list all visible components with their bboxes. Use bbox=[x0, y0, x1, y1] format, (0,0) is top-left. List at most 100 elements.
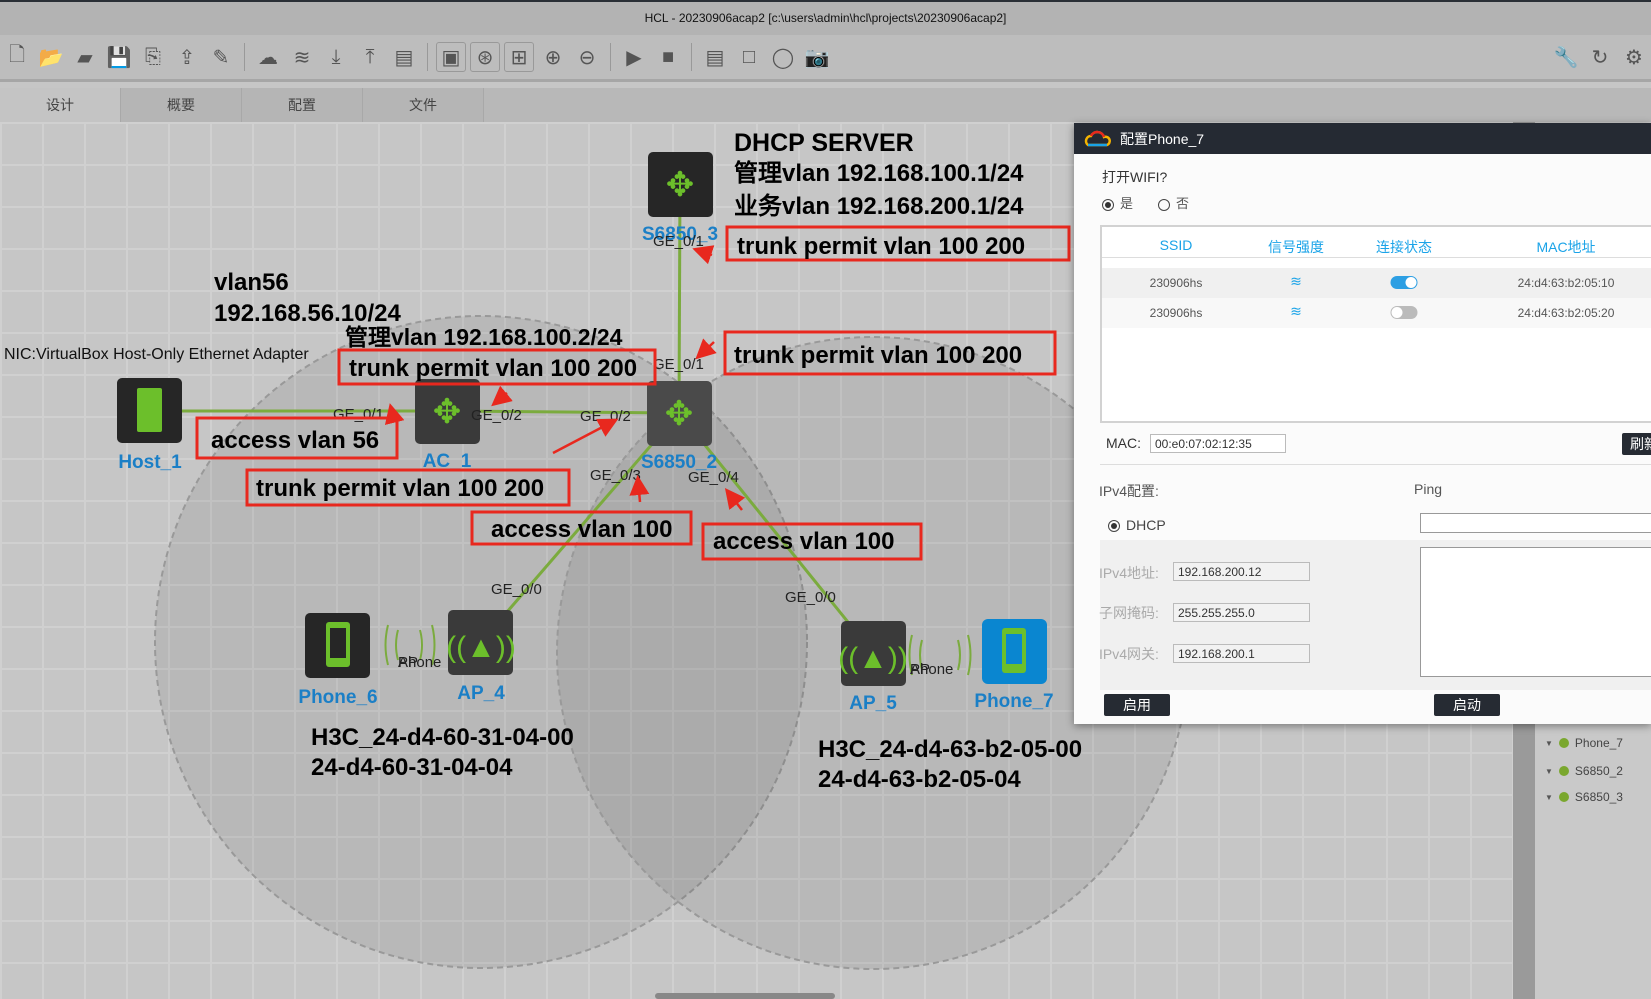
settings-icon[interactable]: ⚙ bbox=[1619, 42, 1649, 72]
enable-button[interactable]: 启用 bbox=[1104, 694, 1170, 716]
tree-item-label: S6850_3 bbox=[1574, 790, 1623, 804]
ac-trunk-note: trunk permit vlan 100 200 bbox=[349, 355, 637, 382]
layers-icon[interactable]: ≋ bbox=[287, 42, 317, 72]
edit-icon[interactable]: ✎ bbox=[206, 42, 236, 72]
new-topology-icon[interactable]: 🗋 bbox=[2, 42, 32, 72]
phone-config-dialog: 配置Phone_7 打开WIFI? 是 否 SSID 信号强度 连接状态 MAC… bbox=[1074, 123, 1651, 724]
tree-item-s6850-3[interactable]: ▼ S6850_3 bbox=[1545, 790, 1623, 804]
show-interface-icon[interactable]: ▣ bbox=[436, 42, 466, 72]
log-icon[interactable]: ▤ bbox=[389, 42, 419, 72]
connect-toggle-on[interactable] bbox=[1390, 276, 1418, 289]
dialog-header: 配置Phone_7 bbox=[1074, 123, 1651, 154]
tab-files[interactable]: 文件 bbox=[363, 88, 484, 122]
port-label: GE_0/0 bbox=[785, 589, 836, 606]
wifi-signal-icon: ≋ bbox=[1290, 273, 1302, 289]
expand-arrow-icon[interactable]: ▼ bbox=[1545, 739, 1553, 748]
open-icon[interactable]: 📂 bbox=[36, 42, 66, 72]
ping-output-area[interactable] bbox=[1420, 547, 1651, 677]
radio-label: 是 bbox=[1120, 196, 1134, 211]
ssid-cell: 230906hs bbox=[1149, 306, 1203, 320]
download-icon[interactable]: ⤓ bbox=[321, 42, 351, 72]
phone-7[interactable] bbox=[982, 619, 1047, 684]
server-icon bbox=[137, 388, 162, 432]
device-label: AP_4 bbox=[457, 683, 505, 704]
nic-label: NIC:VirtualBox Host-Only Ethernet Adapte… bbox=[4, 346, 309, 363]
ap4-name: H3C_24-d4-60-31-04-00 bbox=[311, 724, 574, 751]
dhcp-radio[interactable]: DHCP bbox=[1108, 517, 1166, 533]
tools-icon[interactable]: 🔧 bbox=[1551, 42, 1581, 72]
switch-s6850-3[interactable]: ✥ bbox=[648, 152, 713, 217]
dhcp-service-vlan: 业务vlan 192.168.200.1/24 bbox=[734, 192, 1024, 220]
device-label: Host_1 bbox=[118, 452, 182, 473]
tree-item-label: S6850_2 bbox=[1574, 764, 1623, 778]
save-as-icon[interactable]: ⎘ bbox=[138, 42, 168, 72]
ping-target-input[interactable] bbox=[1420, 513, 1651, 533]
tree-item-phone-7[interactable]: ▼ Phone_7 bbox=[1545, 736, 1623, 750]
ap4-mac: 24-d4-60-31-04-04 bbox=[311, 754, 513, 781]
ping-label: Ping bbox=[1414, 481, 1443, 497]
ac-mgmt-vlan: 管理vlan 192.168.100.2/24 bbox=[345, 324, 623, 350]
expand-arrow-icon[interactable]: ▼ bbox=[1545, 767, 1553, 776]
expand-arrow-icon[interactable]: ▼ bbox=[1545, 793, 1553, 802]
link-s3-s2[interactable] bbox=[679, 184, 680, 413]
annotation-arrow bbox=[699, 342, 714, 356]
column-header: MAC地址 bbox=[1536, 239, 1596, 255]
export-icon[interactable]: ⇪ bbox=[172, 42, 202, 72]
router-icon: ✥ bbox=[666, 166, 695, 204]
canvas-horizontal-scrollbar[interactable] bbox=[655, 993, 835, 999]
table-row[interactable]: 230906hs ≋ 24:d4:63:b2:05:10 bbox=[1102, 268, 1651, 298]
ipv4-address-input[interactable] bbox=[1173, 562, 1310, 581]
gateway-input[interactable] bbox=[1173, 644, 1310, 663]
tab-config[interactable]: 配置 bbox=[242, 88, 363, 122]
wifi-no-radio[interactable]: 否 bbox=[1158, 193, 1189, 212]
start-ping-button[interactable]: 启动 bbox=[1434, 694, 1500, 716]
ap-5[interactable]: ((▲)) bbox=[838, 621, 908, 686]
ap-4[interactable]: ((▲)) bbox=[446, 610, 516, 675]
access-point-icon: ((▲)) bbox=[446, 631, 516, 664]
wifi-yes-radio[interactable]: 是 bbox=[1102, 193, 1133, 212]
table-row[interactable]: 230906hs ≋ 24:d4:63:b2:05:20 bbox=[1102, 298, 1651, 328]
subnet-mask-input[interactable] bbox=[1173, 603, 1310, 622]
port-label: GE_0/0 bbox=[491, 581, 542, 598]
cloud-icon[interactable]: ☁ bbox=[253, 42, 283, 72]
port-label: GE_0/2 bbox=[471, 407, 522, 424]
zoom-out-icon[interactable]: ⊖ bbox=[572, 42, 602, 72]
start-icon[interactable]: ▶ bbox=[619, 42, 649, 72]
connect-toggle-off[interactable] bbox=[1390, 306, 1418, 319]
main-tabs: 设计 概要 配置 文件 bbox=[0, 88, 1651, 122]
port-label: GE_0/1 bbox=[653, 233, 704, 250]
ipv4-config-label: IPv4配置: bbox=[1099, 483, 1159, 499]
refresh-icon[interactable]: ↻ bbox=[1585, 42, 1615, 72]
stop-icon[interactable]: ■ bbox=[653, 42, 683, 72]
wifi-table: SSID 信号强度 连接状态 MAC地址 230906hs ≋ 24:d4:63… bbox=[1100, 225, 1651, 423]
tab-overview[interactable]: 概要 bbox=[121, 88, 242, 122]
screenshot-icon[interactable]: 📷 bbox=[802, 42, 832, 72]
save-icon[interactable]: 💾 bbox=[104, 42, 134, 72]
zoom-in-icon[interactable]: ⊕ bbox=[538, 42, 568, 72]
device-label: Phone_7 bbox=[974, 691, 1053, 712]
add-rect-icon[interactable]: □ bbox=[734, 42, 764, 72]
column-header: 信号强度 bbox=[1268, 239, 1324, 255]
switch-s6850-2[interactable]: ✥ bbox=[647, 381, 712, 446]
tree-item-s6850-2[interactable]: ▼ S6850_2 bbox=[1545, 764, 1623, 778]
mac-input[interactable] bbox=[1150, 434, 1286, 453]
access-controller-icon: ✥ bbox=[433, 393, 462, 431]
dialog-title: 配置Phone_7 bbox=[1120, 130, 1205, 147]
tab-design[interactable]: 设计 bbox=[0, 88, 121, 122]
host-1[interactable] bbox=[117, 378, 182, 443]
radio-unchecked-icon bbox=[1158, 198, 1170, 211]
status-dot-icon bbox=[1558, 766, 1569, 776]
add-ellipse-icon[interactable]: ◯ bbox=[768, 42, 798, 72]
add-text-icon[interactable]: ▤ bbox=[700, 42, 730, 72]
upload-icon[interactable]: ⤒ bbox=[355, 42, 385, 72]
mac-label: MAC: bbox=[1106, 435, 1141, 451]
phone-6[interactable] bbox=[305, 613, 370, 678]
folder-icon[interactable]: ▰ bbox=[70, 42, 100, 72]
wifi-signal-icon: ≋ bbox=[1290, 303, 1302, 319]
radio-checked-icon bbox=[1102, 198, 1114, 211]
window-title: HCL - 20230906acap2 [c:\users\admin\hcl\… bbox=[644, 11, 1007, 25]
layout-icon[interactable]: ⊞ bbox=[504, 42, 534, 72]
port-label: GE_0/1 bbox=[653, 356, 704, 373]
show-grid-icon[interactable]: ⊛ bbox=[470, 42, 500, 72]
refresh-button[interactable]: 刷新 bbox=[1622, 433, 1651, 455]
